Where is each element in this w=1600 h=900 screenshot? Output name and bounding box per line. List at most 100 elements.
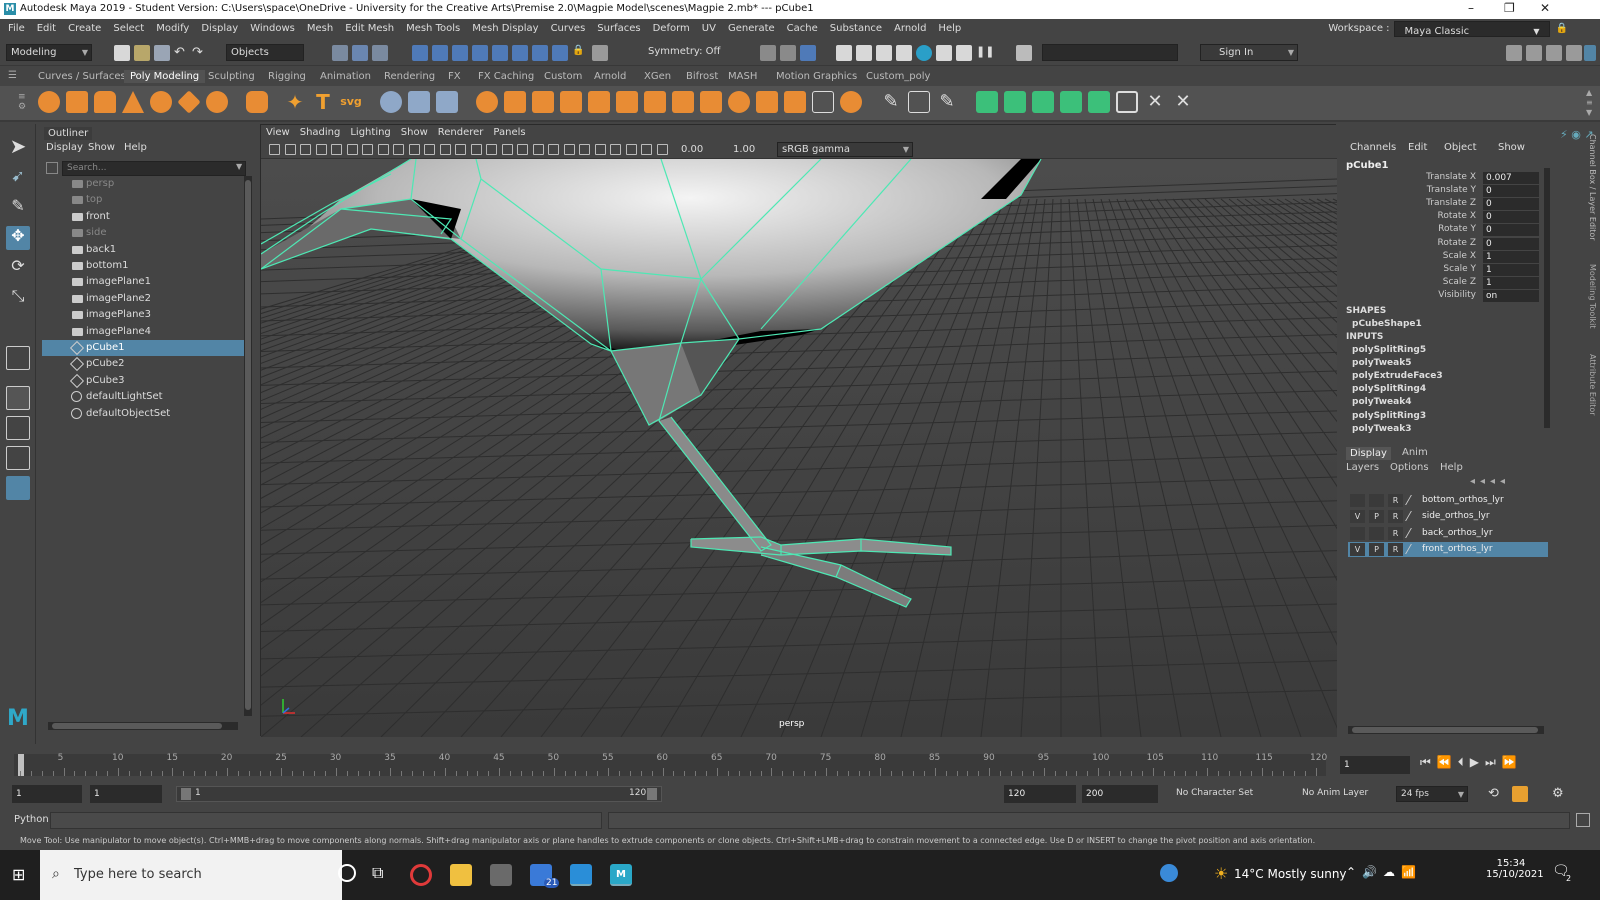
tab-modeling-toolkit[interactable]: Modeling Toolkit [1588,264,1597,328]
weather-icon[interactable]: ☀ [1214,864,1228,883]
channel-label[interactable]: Rotate X [1438,211,1477,221]
viewport-toolbar-icon[interactable] [579,144,590,155]
bridge-icon[interactable] [504,91,526,113]
render-settings-icon[interactable] [896,45,912,61]
windows-start-icon[interactable]: ⊞ [12,865,25,884]
end-time-field[interactable]: 200 [1082,785,1158,803]
four-view-layout-icon[interactable] [6,386,30,410]
tab-display[interactable]: Display [1346,447,1391,460]
channel-value-field[interactable]: 0 [1483,224,1539,237]
flip-icon[interactable] [784,91,806,113]
tab-attribute-editor[interactable]: Attribute Editor [1588,354,1597,416]
layer-visibility-toggle[interactable] [1350,526,1365,540]
clock[interactable]: 15:34 15/10/2021 [1486,858,1544,880]
outliner-item-defaultobjectset[interactable]: defaultObjectSet [42,406,244,422]
separate-icon[interactable] [408,91,430,113]
viewport-toolbar-icon[interactable] [424,144,435,155]
ipr-render-icon[interactable] [800,45,816,61]
input-node[interactable]: polySplitRing5 [1352,345,1426,355]
layer-visibility-toggle[interactable]: V [1350,543,1365,557]
channel-label[interactable]: Rotate Y [1438,224,1476,234]
channel-label[interactable]: Rotate Z [1438,238,1477,248]
move-tool-icon[interactable]: ✥ [6,226,30,250]
outliner-menu-show[interactable]: Show [88,142,115,153]
circularize-icon[interactable] [840,91,862,113]
toggle-channel-box-icon[interactable] [1566,45,1582,61]
channel-label[interactable]: Translate X [1426,172,1476,182]
history-icon[interactable] [532,45,548,61]
start-time-field[interactable]: 1 [12,785,82,803]
render-region-icon[interactable] [760,45,776,61]
playback-end-field[interactable]: 120 [1004,785,1076,803]
menu-arnold[interactable]: Arnold [888,19,932,38]
viewport-toolbar-icon[interactable] [284,144,296,155]
channel-label[interactable]: Scale Y [1443,264,1476,274]
playback-start-field[interactable]: 1 [90,785,162,803]
menu-uv[interactable]: UV [696,19,722,38]
layer-row[interactable]: Rback_orthos_lyr [1348,526,1548,541]
svg-icon[interactable]: svg [340,91,362,113]
input-node[interactable]: polyTweak4 [1352,397,1411,407]
quad-draw-icon[interactable] [1004,91,1026,113]
viewport-scene[interactable] [261,159,1337,737]
photos-icon[interactable] [570,864,592,886]
outliner-item-defaultlightset[interactable]: defaultLightSet [42,389,244,405]
channel-value-field[interactable]: 0 [1483,237,1539,250]
viewport-menu-view[interactable]: View [261,125,295,141]
extrude-icon[interactable] [476,91,498,113]
range-bar[interactable]: 1 120 [176,786,662,802]
channel-menu-channels[interactable]: Channels [1350,142,1396,153]
merge-icon[interactable] [700,91,722,113]
bevel-icon[interactable] [532,91,554,113]
menu-deform[interactable]: Deform [647,19,696,38]
render-current-icon[interactable] [856,45,872,61]
tab-channel-box[interactable]: Channel Box / Layer Editor [1588,134,1597,241]
viewport-toolbar-icon[interactable] [393,144,404,155]
viewport-toolbar-icon[interactable] [439,144,451,155]
auto-key-icon[interactable] [1512,786,1528,802]
maya-taskbar-icon[interactable]: M [610,864,632,886]
shelf-tab-custom-poly[interactable]: Custom_poly [860,70,936,83]
viewport-toolbar-icon[interactable] [362,144,373,155]
layer-row[interactable]: Rbottom_orthos_lyr [1348,493,1548,508]
layer-visibility-toggle[interactable]: V [1350,510,1365,524]
select-hierarchy-icon[interactable] [332,45,348,61]
menu-windows[interactable]: Windows [244,19,301,38]
channel-menu-edit[interactable]: Edit [1408,142,1427,153]
toggle-modeling-toolkit-icon[interactable] [1506,45,1522,61]
layer-horizontal-scrollbar[interactable] [1348,726,1544,734]
channel-label[interactable]: Scale X [1443,251,1476,261]
viewport-menu-shading[interactable]: Shading [295,125,346,141]
construction-history-icon[interactable] [552,45,568,61]
command-input[interactable] [50,812,602,829]
outliner-item-front[interactable]: front [42,209,244,225]
layer-color-icon[interactable] [1405,544,1421,555]
viewport-toolbar-icon[interactable] [656,144,668,155]
viewport-toolbar-icon[interactable] [346,144,358,155]
pause-icon[interactable]: ❚❚ [976,45,994,61]
paint-select-icon[interactable]: ✎ [6,196,30,220]
shelf-menu-icon[interactable]: ≡ ⚙ [18,92,26,112]
snap-projected-icon[interactable] [472,45,488,61]
lasso-tool-icon[interactable]: ➹ [6,166,30,190]
store-icon[interactable] [490,864,512,886]
uv-editor-icon[interactable]: ✎ [936,91,958,113]
channel-value-field[interactable]: on [1483,289,1539,302]
minimize-button[interactable]: – [1468,1,1474,15]
input-node[interactable]: polySplitRing3 [1352,411,1426,421]
lock-icon[interactable]: 🔒 [1554,19,1570,38]
text-icon[interactable]: T [312,91,334,113]
shelf-tab-poly-modeling[interactable]: Poly Modeling [124,70,206,83]
persp-graph-layout-icon[interactable] [6,446,30,470]
shelf-tab-custom[interactable]: Custom [538,70,588,83]
snap-grid-icon[interactable] [412,45,428,61]
layer-display-type-toggle[interactable]: R [1388,543,1403,557]
select-components-icon[interactable] [372,45,388,61]
menu-set-select[interactable]: Modeling ▼ [6,44,92,61]
poly-cylinder-icon[interactable] [94,91,116,113]
script-language-toggle[interactable]: Python [14,814,49,825]
outliner-item-imageplane3[interactable]: imagePlane3 [42,307,244,323]
select-tool-icon[interactable]: ➤ [6,134,30,158]
channel-label[interactable]: Visibility [1438,290,1476,300]
outliner-layout-icon[interactable] [6,476,30,500]
